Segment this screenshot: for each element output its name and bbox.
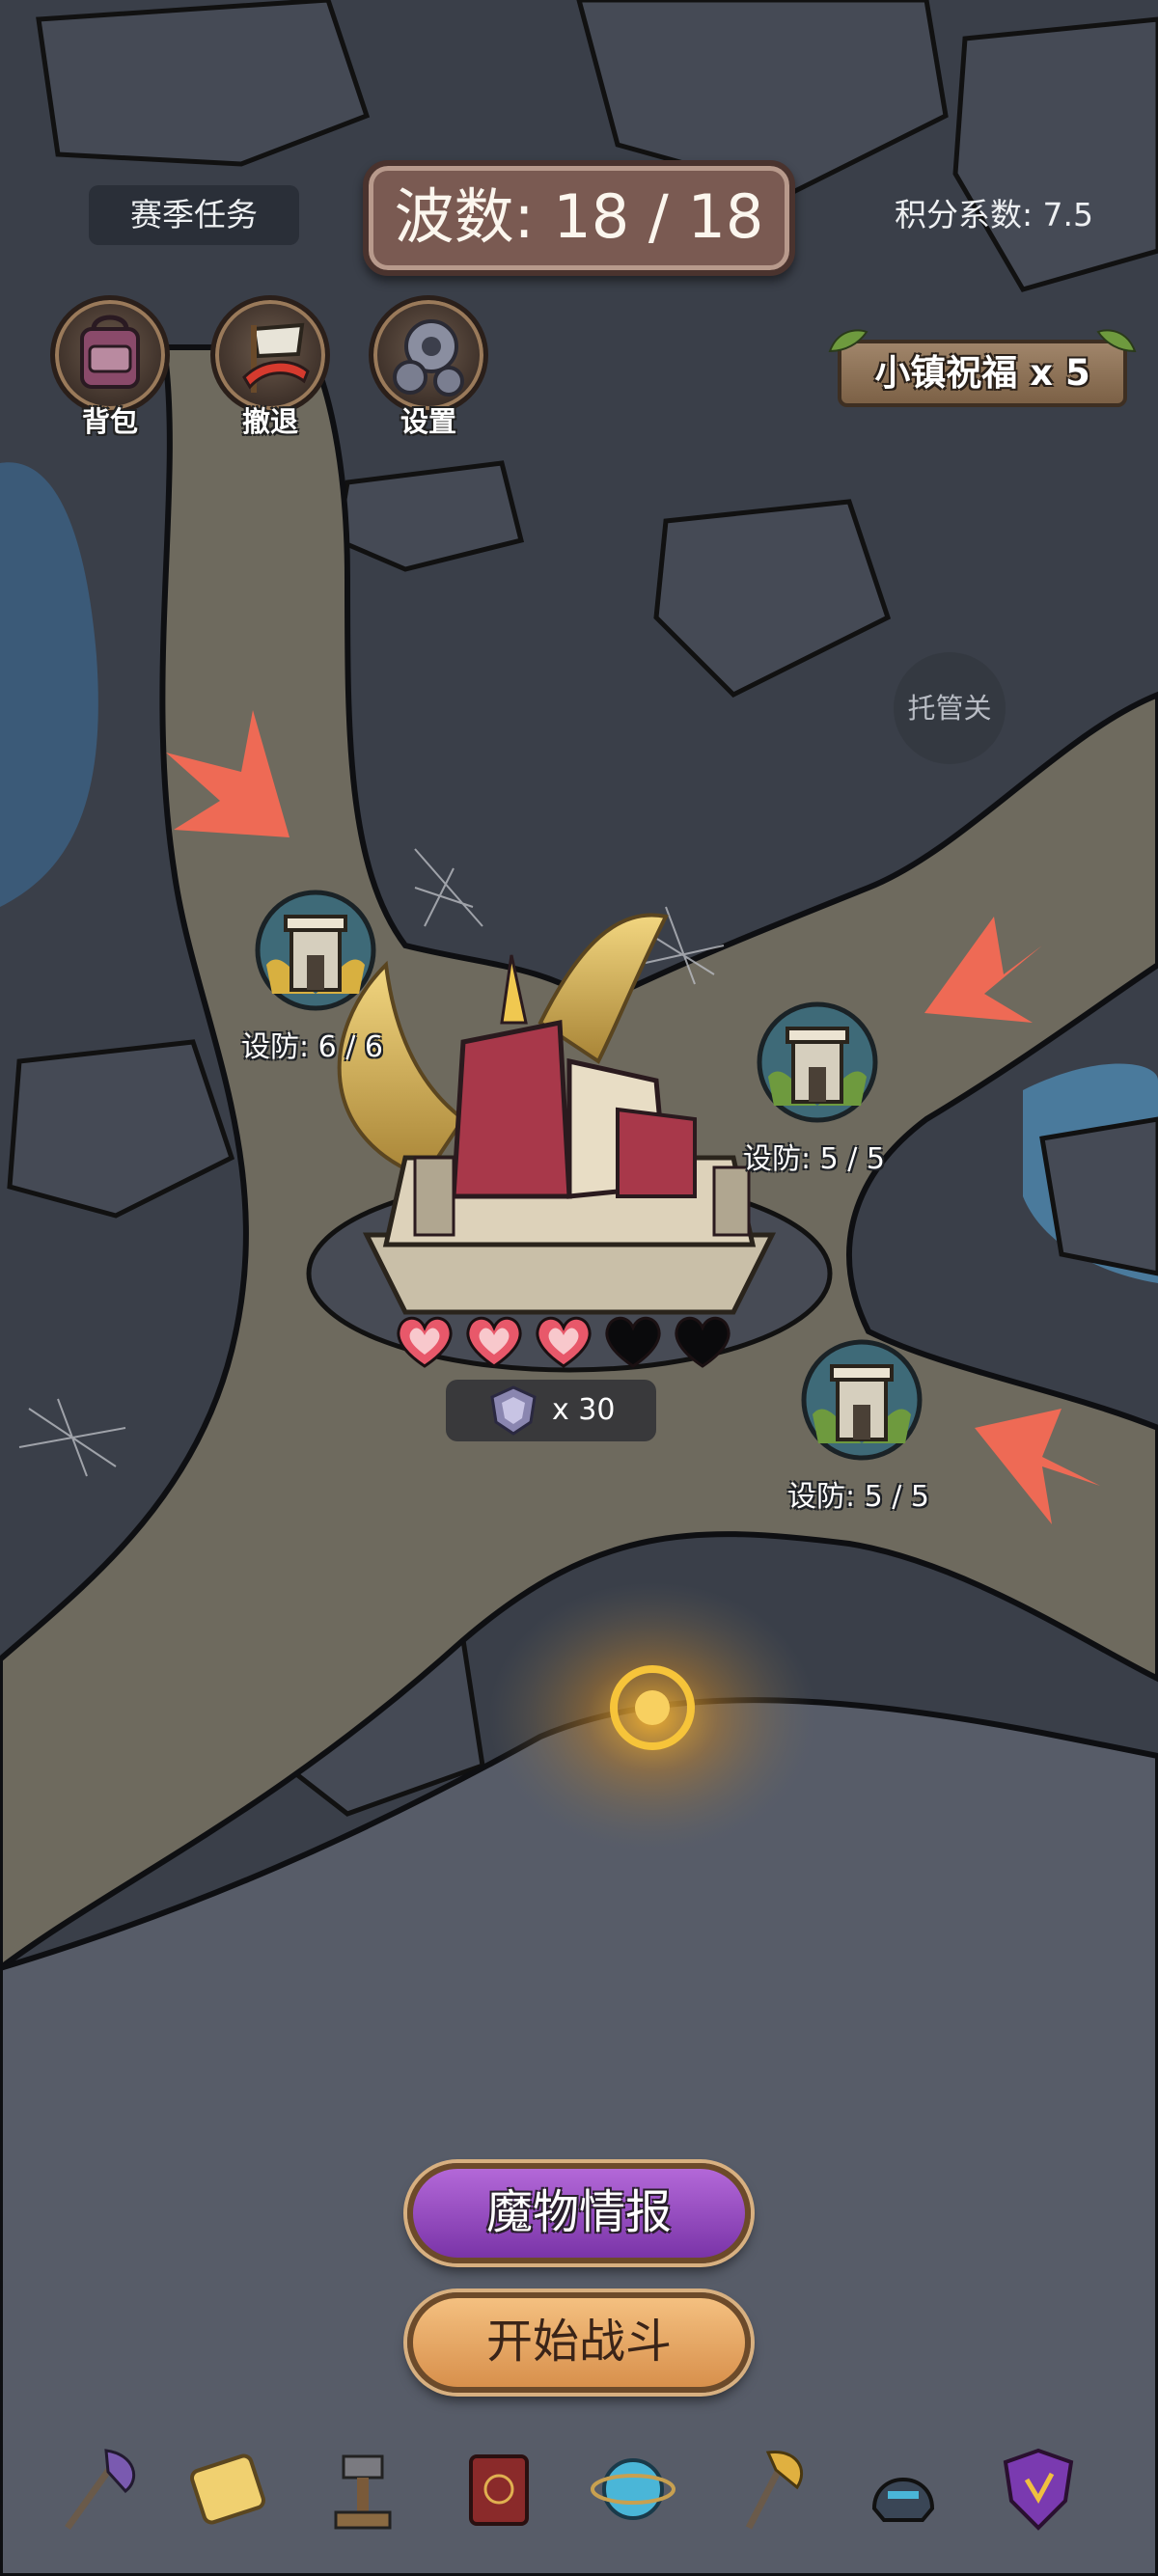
start-battle-button[interactable]: 开始战斗 [407,2292,751,2393]
castle-hearts [394,1312,741,1374]
tower-icon [255,890,376,1011]
backpack-button[interactable]: 背包 [42,295,178,446]
defense-tower-1[interactable] [253,888,378,1013]
leaf-icon [1096,329,1137,353]
retreat-flag-icon [210,295,330,415]
retreat-button[interactable]: 撤退 [203,295,338,446]
wave-counter: 波数: 18 / 18 [363,160,795,276]
settings-button[interactable]: 设置 [361,295,496,446]
score-coefficient: 积分系数: 7.5 [894,196,1094,233]
tower-1-defense-label: 设防: 6 / 6 [241,1030,383,1064]
heart-empty-icon [675,1316,731,1368]
backpack-label: 背包 [81,405,138,438]
game-stage: 赛季任务 波数: 18 / 18 积分系数: 7.5 背包 撤退 设置 小镇祝福… [0,0,1158,2576]
settings-label: 设置 [400,405,456,438]
retreat-label: 撤退 [241,405,298,438]
rank-badge: x 30 [446,1380,656,1441]
hammer-anvil-icon[interactable] [315,2441,411,2537]
monster-intel-button[interactable]: 魔物情报 [407,2163,751,2263]
heart-full-icon [466,1316,522,1368]
heart-full-icon [397,1316,453,1368]
heart-empty-icon [605,1316,661,1368]
tower-icon [801,1339,923,1461]
tower-3-defense-label: 设防: 5 / 5 [787,1480,929,1514]
auto-battle-toggle[interactable]: 托管关 [894,652,1006,764]
axe-icon[interactable] [48,2441,145,2537]
tower-2-defense-label: 设防: 5 / 5 [743,1142,885,1176]
leaf-icon [828,329,868,353]
spellbook-icon[interactable] [450,2441,546,2537]
bottom-icon-bar [0,2441,1158,2547]
helmet-icon[interactable] [855,2441,951,2537]
shield-icon[interactable] [990,2441,1087,2537]
backpack-icon [50,295,170,415]
winged-axe-icon[interactable] [720,2441,816,2537]
defense-tower-3[interactable] [799,1337,924,1463]
gear-icon [369,295,488,415]
town-blessing-label: 小镇祝福 x 5 [874,352,1090,394]
ticket-icon[interactable] [179,2441,276,2537]
rank-count: x 30 [552,1393,616,1427]
defense-tower-2[interactable] [755,1000,880,1125]
rank-emblem-icon [490,1385,537,1436]
town-blessing-banner[interactable]: 小镇祝福 x 5 [828,329,1137,407]
heart-full-icon [536,1316,592,1368]
tower-icon [757,1001,878,1123]
season-tasks-button[interactable]: 赛季任务 [89,185,299,245]
magic-orb-icon[interactable] [585,2441,681,2537]
